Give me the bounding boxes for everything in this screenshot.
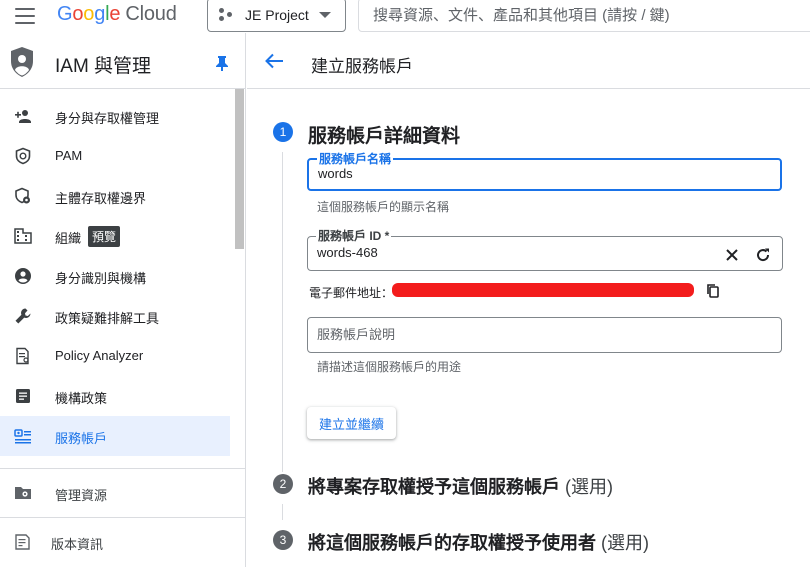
- sidebar-divider: [0, 468, 245, 469]
- sidebar-item-release-notes[interactable]: 版本資訊: [0, 522, 245, 562]
- sidebar-item-principal-access-boundary[interactable]: 主體存取權邊界: [0, 176, 234, 216]
- service-account-id-input[interactable]: [317, 245, 707, 260]
- search-input[interactable]: [373, 6, 810, 24]
- sidebar-item-identity-organization[interactable]: 身分識別與機構: [0, 256, 234, 296]
- pin-icon[interactable]: [215, 55, 229, 71]
- person-add-icon: [15, 110, 31, 123]
- create-service-account-form: 1 服務帳戶詳細資料 服務帳戶名稱 這個服務帳戶的顯示名稱 服務帳戶 ID * …: [247, 90, 810, 567]
- sidebar-item-label: 主體存取權邊界: [55, 191, 147, 206]
- sidebar-scrollbar[interactable]: [235, 89, 244, 249]
- page-title: 建立服務帳戶: [311, 57, 413, 76]
- sidebar-item-label: Policy Analyzer: [55, 348, 144, 363]
- page-header: 建立服務帳戶: [247, 33, 810, 89]
- sidebar-item-policy-analyzer[interactable]: Policy Analyzer: [0, 336, 234, 376]
- back-arrow-icon[interactable]: [264, 53, 284, 69]
- step-1-indicator: 1: [273, 122, 293, 142]
- service-account-id-field[interactable]: 服務帳戶 ID *: [307, 229, 783, 271]
- project-name: JE Project: [245, 7, 309, 23]
- sidebar-item-label: 版本資訊: [51, 537, 104, 552]
- service-account-description-input[interactable]: [317, 327, 707, 342]
- sidebar-item-label: 政策疑難排解工具: [55, 311, 160, 326]
- sidebar-title: IAM 與管理: [55, 56, 152, 77]
- iam-shield-icon: [11, 47, 33, 77]
- list-document-icon: [16, 389, 30, 403]
- service-account-name-field[interactable]: 服務帳戶名稱: [307, 152, 782, 191]
- sidebar-item-label: PAM: [55, 148, 83, 163]
- sidebar-item-label: 組織: [55, 231, 82, 246]
- sidebar-item-pam[interactable]: PAM: [0, 136, 234, 176]
- shield-gear-icon: [15, 187, 30, 204]
- sidebar-item-policy-troubleshooter[interactable]: 政策疑難排解工具: [0, 296, 234, 336]
- step-2-indicator: 2: [273, 474, 293, 494]
- sidebar-item-service-accounts[interactable]: 服務帳戶: [0, 416, 230, 456]
- field-label: 服務帳戶 ID *: [316, 229, 392, 243]
- sidebar-item-label: 身分識別與機構: [55, 271, 147, 286]
- copy-icon[interactable]: [705, 283, 721, 299]
- step-connector: [282, 152, 283, 472]
- sidebar-item-organization-policies[interactable]: 機構政策: [0, 376, 234, 416]
- top-bar: Google Cloud JE Project: [0, 0, 810, 32]
- main-menu-icon[interactable]: [15, 8, 35, 24]
- name-hint: 這個服務帳戶的顯示名稱: [317, 200, 450, 214]
- project-icon: [219, 8, 235, 22]
- folder-gear-icon: [15, 487, 31, 499]
- description-hint: 請描述這個服務帳戶的用途: [317, 360, 462, 374]
- sidebar-item-iam[interactable]: 身分與存取權管理: [0, 96, 234, 136]
- project-picker[interactable]: JE Project: [207, 0, 346, 32]
- sidebar-item-label: 機構政策: [55, 391, 108, 406]
- field-label: 服務帳戶名稱: [317, 152, 394, 166]
- sidebar-item-organization[interactable]: 組織 預覽: [0, 216, 234, 256]
- wrench-icon: [15, 308, 31, 324]
- google-cloud-logo[interactable]: Google Cloud: [57, 3, 177, 26]
- domain-icon: [14, 228, 32, 244]
- redacted-email: [392, 283, 694, 297]
- sidebar-header: IAM 與管理: [0, 33, 245, 89]
- account-circle-icon: [15, 268, 31, 284]
- shield-clock-icon: [15, 147, 31, 165]
- sidebar-nav: 身分與存取權管理 PAM 主體存取權邊界 組織 預覽 身分識別與機構 政策疑難排…: [0, 96, 234, 456]
- sidebar-item-label: 管理資源: [55, 488, 108, 503]
- sidebar-item-label: 服務帳戶: [55, 431, 108, 446]
- service-account-icon: [14, 429, 31, 444]
- sidebar: IAM 與管理 身分與存取權管理 PAM 主體存取權邊界 組織 預覽 身分識別與…: [0, 33, 246, 567]
- refresh-icon[interactable]: [755, 247, 771, 263]
- chevron-down-icon: [318, 12, 331, 18]
- step-2-title[interactable]: 將專案存取權授予這個服務帳戶 (選用): [308, 473, 613, 499]
- release-notes-icon: [15, 534, 30, 550]
- preview-badge: 預覽: [88, 226, 121, 247]
- create-and-continue-button[interactable]: 建立並繼續: [307, 407, 396, 439]
- service-account-description-field[interactable]: [307, 317, 782, 353]
- step-3-title[interactable]: 將這個服務帳戶的存取權授予使用者 (選用): [308, 529, 649, 555]
- clear-icon[interactable]: [724, 247, 740, 263]
- sidebar-item-label: 身分與存取權管理: [55, 111, 160, 126]
- service-account-name-input[interactable]: [318, 166, 708, 181]
- step-1-title[interactable]: 服務帳戶詳細資料: [308, 121, 460, 148]
- sidebar-item-manage-resources[interactable]: 管理資源: [0, 473, 245, 513]
- search-box[interactable]: [358, 0, 810, 32]
- step-connector: [282, 504, 283, 520]
- step-3-indicator: 3: [273, 530, 293, 550]
- policy-document-icon: [16, 347, 29, 365]
- sidebar-divider: [0, 517, 245, 518]
- email-address-label: 電子郵件地址：: [309, 286, 394, 300]
